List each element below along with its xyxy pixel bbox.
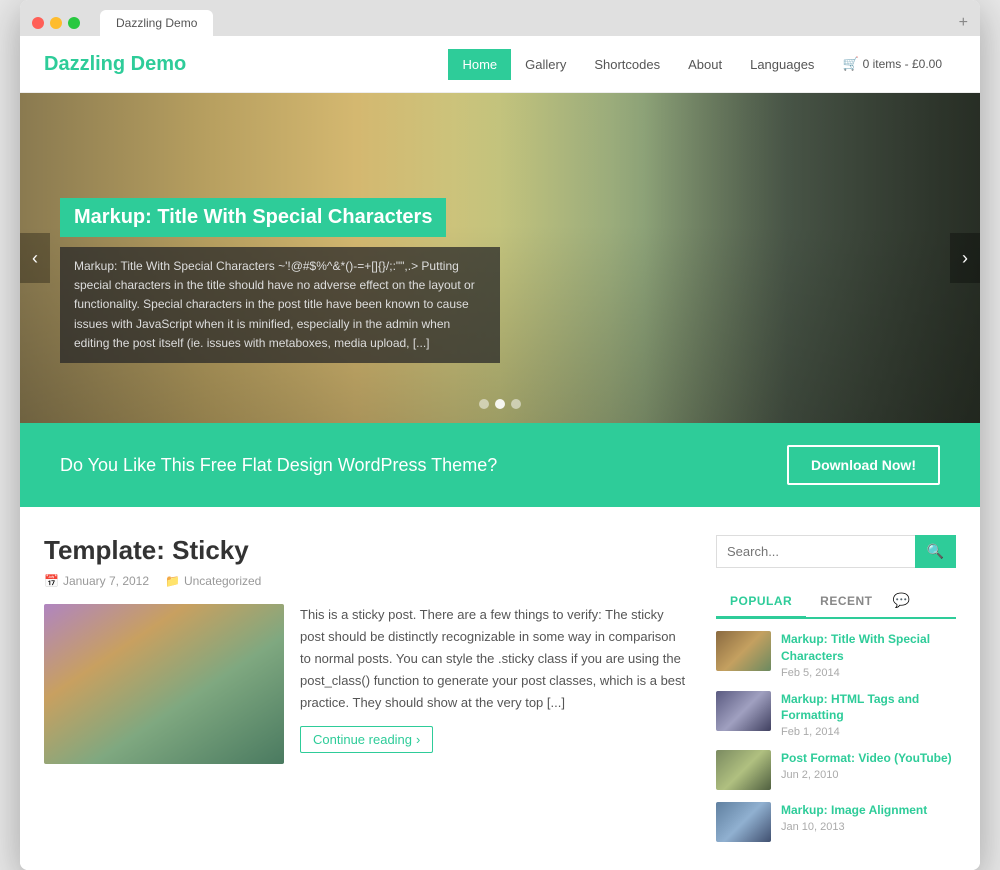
new-tab-button[interactable]: +: [959, 14, 968, 32]
slider-description: Markup: Title With Special Characters ~'…: [74, 257, 486, 353]
post-date-text: January 7, 2012: [63, 574, 149, 588]
search-box: 🔍: [716, 535, 956, 568]
search-icon: 🔍: [927, 543, 944, 559]
nav-about[interactable]: About: [674, 49, 736, 80]
sidebar-post-title-3[interactable]: Post Format: Video (YouTube): [781, 750, 952, 767]
sidebar-post-date-3: Jun 2, 2010: [781, 769, 952, 781]
sidebar-tabs: POPULAR RECENT 💬: [716, 584, 956, 619]
post-date: 📅 January 7, 2012: [44, 574, 149, 588]
main-content: Template: Sticky 📅 January 7, 2012 📁 Unc…: [20, 507, 980, 870]
tab-popular[interactable]: POPULAR: [716, 586, 806, 618]
maximize-dot[interactable]: [68, 17, 80, 29]
next-arrow-icon: ›: [962, 248, 968, 269]
sidebar: 🔍 POPULAR RECENT 💬 Markup: Title With Sp…: [716, 535, 956, 842]
post-info-4: Markup: Image Alignment Jan 10, 2013: [781, 802, 927, 833]
site-wrapper: Dazzling Demo Home Gallery Shortcodes Ab…: [20, 36, 980, 870]
post-info-2: Markup: HTML Tags and Formatting Feb 1, …: [781, 691, 956, 739]
post-category: 📁 Uncategorized: [165, 574, 261, 588]
post-title: Template: Sticky: [44, 535, 686, 566]
search-button[interactable]: 🔍: [915, 535, 956, 568]
post-excerpt: This is a sticky post. There are a few t…: [300, 604, 686, 714]
cta-banner: Do You Like This Free Flat Design WordPr…: [20, 423, 980, 507]
post-thumbnail-4: [716, 802, 771, 842]
sidebar-post-date-2: Feb 1, 2014: [781, 726, 956, 738]
sidebar-post-date-1: Feb 5, 2014: [781, 667, 956, 679]
search-input[interactable]: [716, 535, 915, 568]
slider-content: Markup: Title With Special Characters Ma…: [60, 198, 500, 363]
download-button[interactable]: Download Now!: [787, 445, 940, 485]
cart-icon: 🛒: [842, 56, 858, 72]
browser-tab[interactable]: Dazzling Demo: [100, 10, 213, 36]
post-info-3: Post Format: Video (YouTube) Jun 2, 2010: [781, 750, 952, 781]
list-item: Markup: Title With Special Characters Fe…: [716, 631, 956, 679]
sidebar-post-title-2[interactable]: Markup: HTML Tags and Formatting: [781, 691, 956, 725]
posts-column: Template: Sticky 📅 January 7, 2012 📁 Unc…: [44, 535, 686, 842]
continue-reading-label: Continue reading: [313, 732, 412, 747]
sidebar-post-title-4[interactable]: Markup: Image Alignment: [781, 802, 927, 819]
site-header: Dazzling Demo Home Gallery Shortcodes Ab…: [20, 36, 980, 93]
minimize-dot[interactable]: [50, 17, 62, 29]
cart-label: 0 items - £0.00: [863, 57, 942, 71]
post-body: This is a sticky post. There are a few t…: [44, 604, 686, 764]
list-item: Post Format: Video (YouTube) Jun 2, 2010: [716, 750, 956, 790]
browser-window: Dazzling Demo + Dazzling Demo Home Galle…: [20, 0, 980, 870]
hero-trees: [452, 93, 980, 423]
close-dot[interactable]: [32, 17, 44, 29]
sidebar-post-date-4: Jan 10, 2013: [781, 821, 927, 833]
site-nav: Home Gallery Shortcodes About Languages …: [448, 48, 956, 80]
continue-reading-link[interactable]: Continue reading ›: [300, 726, 433, 753]
folder-icon: 📁: [165, 574, 180, 588]
sidebar-posts: Markup: Title With Special Characters Fe…: [716, 631, 956, 842]
slider-title: Markup: Title With Special Characters: [74, 206, 432, 229]
list-item: Markup: Image Alignment Jan 10, 2013: [716, 802, 956, 842]
slider-dot-1[interactable]: [479, 399, 489, 409]
slider-dots: [479, 399, 521, 409]
list-item: Markup: HTML Tags and Formatting Feb 1, …: [716, 691, 956, 739]
post-category-text: Uncategorized: [184, 574, 261, 588]
browser-chrome: Dazzling Demo +: [20, 0, 980, 36]
post-text-column: This is a sticky post. There are a few t…: [300, 604, 686, 764]
post-thumbnail-1: [716, 631, 771, 671]
post-thumbnail-image: [44, 604, 284, 764]
post-meta: 📅 January 7, 2012 📁 Uncategorized: [44, 574, 686, 588]
browser-dots: [32, 17, 80, 29]
sidebar-post-title-1[interactable]: Markup: Title With Special Characters: [781, 631, 956, 665]
calendar-icon: 📅: [44, 574, 59, 588]
post-thumbnail: [44, 604, 284, 764]
hero-slider: ‹ › Markup: Title With Special Character…: [20, 93, 980, 423]
slider-desc-box: Markup: Title With Special Characters ~'…: [60, 247, 500, 363]
nav-home[interactable]: Home: [448, 49, 511, 80]
post-thumbnail-3: [716, 750, 771, 790]
slider-title-box: Markup: Title With Special Characters: [60, 198, 446, 237]
nav-shortcodes[interactable]: Shortcodes: [580, 49, 674, 80]
slider-dot-3[interactable]: [511, 399, 521, 409]
slider-dot-2[interactable]: [495, 399, 505, 409]
site-logo[interactable]: Dazzling Demo: [44, 53, 448, 76]
slider-next-button[interactable]: ›: [950, 233, 980, 283]
comment-icon: 💬: [893, 592, 910, 608]
nav-languages[interactable]: Languages: [736, 49, 828, 80]
tab-comments[interactable]: 💬: [887, 584, 916, 617]
slider-prev-button[interactable]: ‹: [20, 233, 50, 283]
cta-text: Do You Like This Free Flat Design WordPr…: [60, 455, 497, 476]
tab-recent[interactable]: RECENT: [806, 586, 886, 616]
post-thumbnail-2: [716, 691, 771, 731]
nav-cart[interactable]: 🛒 0 items - £0.00: [828, 48, 956, 80]
nav-gallery[interactable]: Gallery: [511, 49, 580, 80]
post-info-1: Markup: Title With Special Characters Fe…: [781, 631, 956, 679]
prev-arrow-icon: ‹: [32, 248, 38, 269]
arrow-right-icon: ›: [416, 732, 420, 747]
